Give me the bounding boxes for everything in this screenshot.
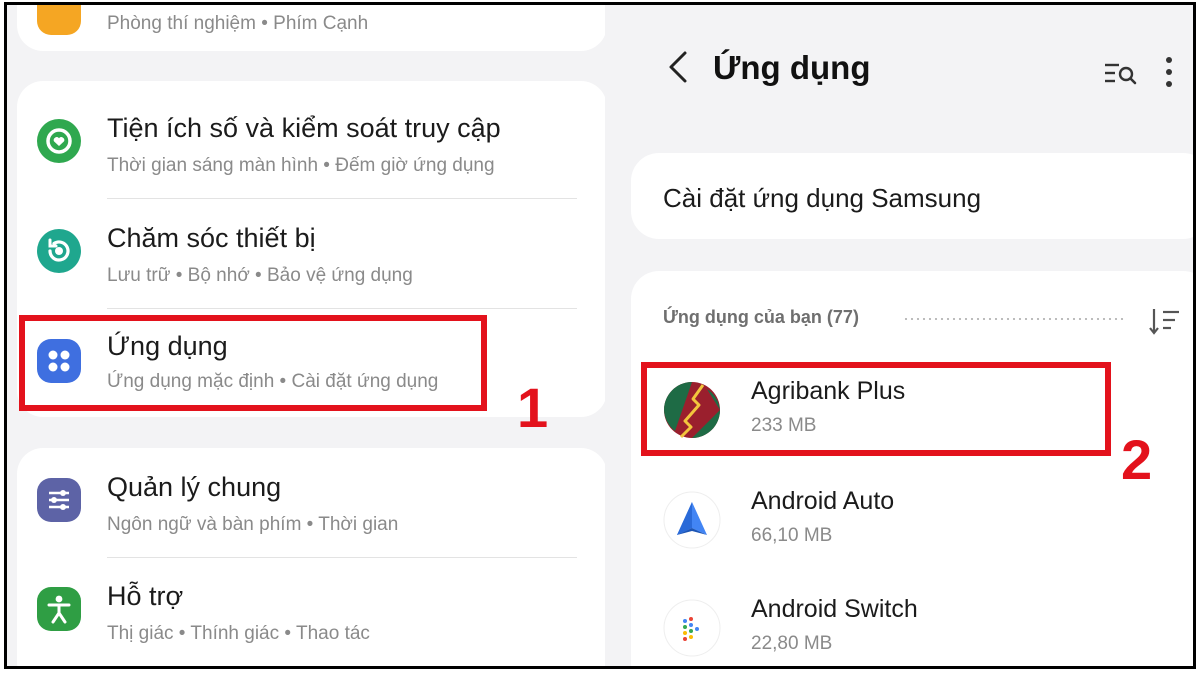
settings-panel: Phòng thí nghiệm • Phím Cạnh Tiện ích số… bbox=[7, 5, 605, 666]
labs-icon bbox=[37, 5, 81, 35]
settings-item-general-management[interactable]: Quản lý chung Ngôn ngữ và bàn phím • Thờ… bbox=[17, 448, 605, 556]
settings-item-device-care[interactable]: Chăm sóc thiết bị Lưu trữ • Bộ nhớ • Bảo… bbox=[17, 199, 605, 307]
settings-item-title: Chăm sóc thiết bị bbox=[107, 223, 316, 253]
app-size: 22,80 MB bbox=[751, 633, 833, 654]
back-icon[interactable] bbox=[661, 47, 697, 87]
sort-icon[interactable] bbox=[1147, 307, 1183, 335]
settings-item-accessibility[interactable]: Hỗ trợ Thị giác • Thính giác • Thao tác bbox=[17, 557, 605, 665]
app-name: Android Auto bbox=[751, 487, 895, 515]
app-item-android-switch[interactable]: Android Switch 22,80 MB bbox=[631, 575, 1193, 666]
device-care-icon bbox=[37, 229, 81, 273]
samsung-app-settings[interactable]: Cài đặt ứng dụng Samsung bbox=[631, 153, 1193, 239]
app-name: Android Switch bbox=[751, 595, 918, 623]
android-switch-icon bbox=[663, 599, 721, 657]
more-options-icon[interactable] bbox=[1163, 53, 1175, 91]
apps-panel: Ứng dụng Cài đặt ứng dụng Samsung Ứng dụ… bbox=[605, 5, 1193, 666]
highlight-box-agribank bbox=[641, 362, 1111, 456]
settings-card-top: Phòng thí nghiệm • Phím Cạnh bbox=[17, 5, 605, 51]
settings-item-title: Hỗ trợ bbox=[107, 581, 184, 611]
highlight-box-apps bbox=[19, 315, 487, 411]
digital-wellbeing-icon bbox=[37, 119, 81, 163]
settings-item-subtitle: Phòng thí nghiệm • Phím Cạnh bbox=[107, 13, 369, 34]
header-dotted-line bbox=[903, 318, 1127, 320]
settings-item-digital-wellbeing[interactable]: Tiện ích số và kiểm soát truy cập Thời g… bbox=[17, 89, 605, 197]
step-number-2: 2 bbox=[1121, 428, 1153, 491]
accessibility-icon bbox=[37, 587, 81, 631]
samsung-app-settings-label: Cài đặt ứng dụng Samsung bbox=[663, 183, 982, 213]
settings-item-subtitle: Thị giác • Thính giác • Thao tác bbox=[107, 623, 370, 644]
apps-section-header: Ứng dụng của bạn (77) bbox=[663, 307, 859, 327]
settings-item-subtitle: Lưu trữ • Bộ nhớ • Bảo vệ ứng dụng bbox=[107, 265, 413, 286]
search-list-icon[interactable] bbox=[1101, 57, 1141, 91]
settings-card-bottom: Quản lý chung Ngôn ngữ và bàn phím • Thờ… bbox=[17, 448, 605, 666]
general-management-icon bbox=[37, 478, 81, 522]
app-bar: Ứng dụng bbox=[605, 5, 1193, 135]
app-item-android-auto[interactable]: Android Auto 66,10 MB bbox=[631, 467, 1193, 577]
settings-item-title: Quản lý chung bbox=[107, 472, 282, 502]
step-number-1: 1 bbox=[517, 376, 549, 439]
settings-item-subtitle: Ngôn ngữ và bàn phím • Thời gian bbox=[107, 514, 399, 535]
apps-list-card: Ứng dụng của bạn (77) Agribank Plus 233 … bbox=[631, 271, 1193, 666]
android-auto-icon bbox=[663, 491, 721, 549]
settings-item-title: Tiện ích số và kiểm soát truy cập bbox=[107, 113, 501, 143]
page-title: Ứng dụng bbox=[713, 49, 871, 86]
settings-item-advanced[interactable]: Phòng thí nghiệm • Phím Cạnh bbox=[17, 5, 605, 91]
screenshot-frame: Phòng thí nghiệm • Phím Cạnh Tiện ích số… bbox=[4, 2, 1196, 669]
settings-item-subtitle: Thời gian sáng màn hình • Đếm giờ ứng dụ… bbox=[107, 155, 495, 176]
app-size: 66,10 MB bbox=[751, 525, 833, 546]
